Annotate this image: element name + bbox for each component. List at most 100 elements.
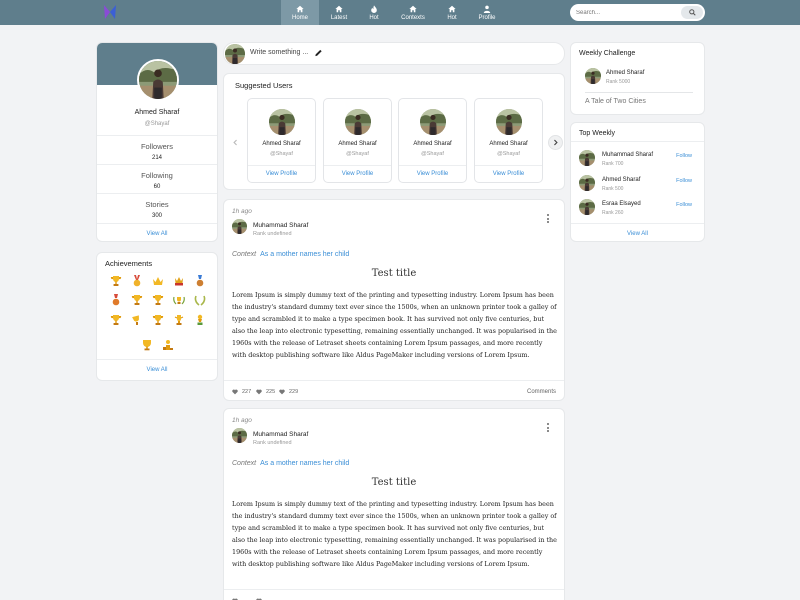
logo-icon[interactable] [101, 3, 119, 21]
weekly-challenge-card: Weekly Challenge Ahmed Sharaf Rank 5000 … [570, 42, 705, 115]
nav-contexts[interactable]: Contexts [391, 0, 435, 25]
search-box [570, 4, 705, 21]
user-icon [483, 5, 491, 13]
weekly-user-name[interactable]: Ahmed Sharaf [606, 70, 644, 76]
comments-link[interactable]: Comments [527, 389, 556, 395]
avatar[interactable] [137, 59, 179, 101]
follow-button[interactable]: Follow [676, 178, 692, 184]
like-reaction[interactable]: 227 [232, 389, 251, 395]
weekly-story-title[interactable]: A Tale of Two Cities [585, 92, 693, 105]
follow-button[interactable]: Follow [676, 202, 692, 208]
post-author-rank: Rank undefined [253, 231, 292, 237]
reaction-count: 227 [242, 389, 252, 395]
reaction-count: 229 [289, 389, 299, 395]
weekly-challenge-title: Weekly Challenge [579, 50, 636, 57]
post-author-rank: Rank undefined [253, 440, 292, 446]
write-post-placeholder[interactable]: Write something ... [250, 49, 308, 56]
heart-icon [256, 389, 262, 395]
profile-view-all-link[interactable]: View All [97, 223, 217, 237]
top-weekly-view-all-link[interactable]: View All [571, 223, 704, 237]
achievements-card: Achievements View All [96, 252, 218, 381]
profile-card: Ahmed Sharaf @Shayaf Followers 214 Follo… [96, 42, 218, 242]
search-button[interactable] [681, 6, 703, 19]
context-link[interactable]: As a mother names her child [260, 460, 349, 467]
suggested-users-card: Suggested Users Ahmed Sharaf @Shayaf Vie… [223, 73, 565, 190]
view-profile-link[interactable]: View Profile [475, 165, 542, 177]
post-author[interactable]: Muhammad Sharaf [253, 431, 308, 438]
nav-hot-2-label: Hot [447, 14, 457, 21]
top-user-name[interactable]: Esraa Elsayed [602, 201, 641, 207]
nav-contexts-label: Contexts [401, 14, 425, 21]
trophy-icon [131, 294, 143, 306]
avatar [420, 109, 446, 135]
suggested-user-name: Ahmed Sharaf [413, 141, 452, 147]
nav-profile[interactable]: Profile [469, 0, 505, 25]
post-footer [224, 589, 564, 600]
suggested-user-handle: @Shayaf [497, 151, 520, 157]
nav-hot-2[interactable]: Hot [437, 0, 467, 25]
chevron-left-icon [233, 139, 237, 146]
stat-label: Stories [145, 200, 169, 209]
fire-icon [371, 4, 377, 13]
top-user-name[interactable]: Muhammad Sharaf [602, 152, 653, 158]
suggested-user-name: Ahmed Sharaf [262, 141, 301, 147]
avatar[interactable] [579, 150, 595, 166]
top-user-rank: Rank 700 [602, 161, 624, 167]
avatar[interactable] [585, 68, 601, 84]
like-reaction[interactable]: 229 [279, 389, 298, 395]
nav-home-label: Home [291, 14, 308, 21]
suggested-user-handle: @Shayaf [346, 151, 369, 157]
view-profile-link[interactable]: View Profile [324, 165, 391, 177]
trophy-icon [174, 315, 184, 325]
stat-value: 300 [151, 213, 162, 219]
followers-stat[interactable]: Followers 214 [97, 135, 217, 164]
stat-value: 214 [151, 155, 162, 161]
carousel-prev-button[interactable] [228, 135, 243, 150]
view-profile-link[interactable]: View Profile [248, 165, 315, 177]
suggested-user-name: Ahmed Sharaf [489, 141, 528, 147]
following-stat[interactable]: Following 60 [97, 164, 217, 193]
like-reaction[interactable]: 225 [256, 389, 275, 395]
more-options-icon[interactable] [547, 214, 550, 225]
pen-icon[interactable] [315, 49, 322, 57]
chevron-right-icon [554, 139, 558, 146]
top-weekly-title: Top Weekly [579, 130, 616, 137]
home-icon [296, 5, 304, 12]
more-options-icon[interactable] [547, 423, 550, 434]
suggested-user-card[interactable]: Ahmed Sharaf @Shayaf View Profile [323, 98, 392, 183]
stories-stat[interactable]: Stories 300 [97, 193, 217, 222]
avatar[interactable] [579, 199, 595, 215]
nav-hot-label: Hot [369, 14, 379, 21]
suggested-users-title: Suggested Users [235, 81, 293, 90]
suggested-user-card[interactable]: Ahmed Sharaf @Shayaf View Profile [474, 98, 543, 183]
top-user-name[interactable]: Ahmed Sharaf [602, 177, 640, 183]
avatar[interactable] [232, 219, 247, 234]
search-input[interactable] [576, 6, 676, 19]
stat-value: 60 [153, 184, 161, 190]
trophy-icon [152, 314, 164, 326]
avatar [225, 44, 245, 64]
suggested-user-card[interactable]: Ahmed Sharaf @Shayaf View Profile [398, 98, 467, 183]
post-body: Lorem Ipsum is simply dummy text of the … [232, 500, 557, 568]
avatar[interactable] [232, 428, 247, 443]
nav-hot[interactable]: Hot [359, 0, 389, 25]
follow-button[interactable]: Follow [676, 153, 692, 159]
post-card: 1h ago Muhammad Sharaf Rank undefined Co… [223, 199, 565, 401]
view-profile-link[interactable]: View Profile [399, 165, 466, 177]
post-author[interactable]: Muhammad Sharaf [253, 222, 308, 229]
divider [571, 141, 704, 142]
achievements-view-all-link[interactable]: View All [97, 359, 217, 373]
nav-home[interactable]: Home [281, 0, 319, 25]
write-post-box[interactable]: Write something ... [223, 42, 565, 65]
heart-icon [279, 389, 285, 395]
achievements-title: Achievements [105, 259, 153, 268]
suggested-user-card[interactable]: Ahmed Sharaf @Shayaf View Profile [247, 98, 316, 183]
carousel-next-button[interactable] [548, 135, 563, 150]
post-footer: 227 225 229 Comments [224, 380, 564, 402]
context-link[interactable]: As a mother names her child [260, 251, 349, 258]
suggested-user-name: Ahmed Sharaf [338, 141, 377, 147]
nav-latest[interactable]: Latest [321, 0, 357, 25]
avatar[interactable] [579, 175, 595, 191]
post-body: Lorem Ipsum is simply dummy text of the … [232, 291, 557, 359]
heart-icon [232, 389, 238, 395]
